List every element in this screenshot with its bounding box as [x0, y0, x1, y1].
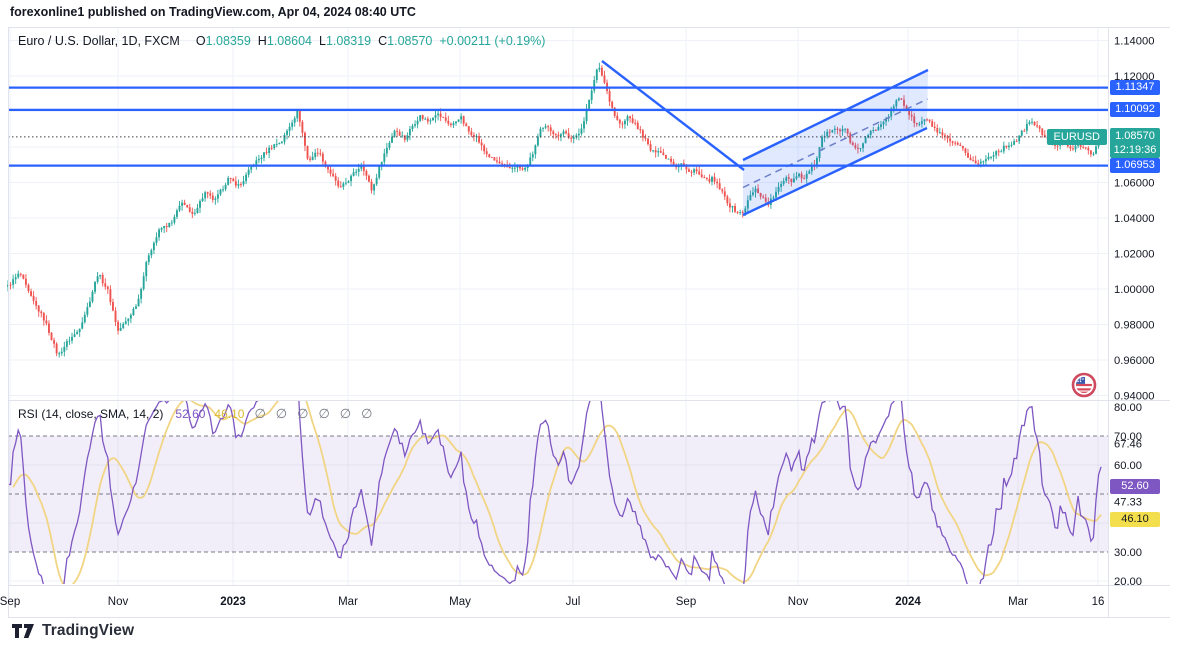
rsi-value: 52.60	[175, 407, 206, 421]
empty-series-icon: ∅	[361, 406, 373, 421]
empty-series-icon: ∅	[254, 406, 266, 421]
rsi-axis-tick: 47.33	[1114, 497, 1142, 509]
ohlc-letter: H	[257, 34, 267, 48]
empty-series-icon: ∅	[275, 406, 288, 421]
rsi-indicator-title[interactable]: RSI (14, close, SMA, 14, 2)	[18, 407, 163, 421]
price-axis-tick: 0.96000	[1114, 355, 1154, 367]
rsi-axis-tick: 30.00	[1114, 547, 1142, 559]
time-axis-tick: 2024	[895, 596, 921, 608]
price-axis-tick: 0.98000	[1114, 320, 1154, 332]
rsi-sma-value: 46.10	[214, 407, 245, 421]
rsi-empty-plots-row: ∅ ∅ ∅ ∅ ∅ ∅	[244, 406, 373, 421]
ohlc-segment: H1.08604	[258, 34, 312, 48]
time-axis-tick: Sep	[0, 596, 20, 608]
price-axis-tick: 1.04000	[1114, 213, 1154, 225]
symbol-price-label: EURUSD	[1046, 128, 1107, 145]
rsi-axis-tick: 60.00	[1114, 460, 1142, 472]
rsi-value-badge: 52.60	[1110, 479, 1160, 494]
ohlc-segment: O1.08359	[196, 34, 251, 48]
economic-event-flag-icon[interactable]	[1071, 372, 1097, 398]
ohlc-value: 1.08319	[325, 34, 372, 48]
last-price-value: 1.08570	[1115, 130, 1155, 143]
ohlc-value: 1.08604	[266, 34, 312, 48]
chart-canvas[interactable]: 1.140001.120001.100001.080001.060001.040…	[0, 0, 1177, 650]
ohlc-values-row: O1.08359 H1.08604 L1.08319 C1.08570 +0.00211…	[196, 34, 553, 48]
time-axis-tick: Mar	[338, 596, 358, 608]
time-axis[interactable]: Sep Nov 2023 Mar May Jul Sep Nov 2024 Mar 16	[0, 596, 1104, 608]
price-axis-tick: 1.02000	[1114, 249, 1154, 261]
ohlc-letter: O	[195, 34, 206, 48]
time-axis-tick: Sep	[676, 596, 696, 608]
last-price-badge: 1.08570 12:19:36	[1110, 128, 1160, 159]
empty-series-icon: ∅	[297, 406, 309, 421]
price-axis-tick: 0.94000	[1114, 391, 1154, 403]
symbol-title[interactable]: Euro / U.S. Dollar, 1D, FXCM	[18, 34, 180, 48]
time-axis-tick: Mar	[1008, 596, 1028, 608]
time-axis-tick: May	[449, 596, 471, 608]
rsi-axis-tick: 80.00	[1114, 402, 1142, 414]
price-level-badge: 1.06953	[1110, 158, 1160, 174]
channel-median-line	[742, 98, 928, 189]
ohlc-letter: C	[378, 34, 388, 48]
rsi-value-badge: 46.10	[1110, 512, 1160, 527]
ohlc-value: +0.00211 (+0.19%)	[439, 34, 546, 48]
time-axis-tick: Jul	[566, 596, 581, 608]
empty-series-icon: ∅	[318, 406, 330, 421]
time-axis-tick: 2023	[220, 596, 246, 608]
rsi-legend: RSI (14, close, SMA, 14, 2) 52.60 46.10 ∅ ∅ ∅…	[18, 406, 372, 422]
price-axis-tick: 1.06000	[1114, 178, 1154, 190]
ohlc-segment: +0.00211 (+0.19%)	[439, 34, 545, 48]
parallel-channel-drawing[interactable]	[742, 68, 929, 217]
ohlc-segment: L1.08319	[319, 34, 371, 48]
ohlc-letter: L	[319, 34, 326, 48]
price-level-badge: 1.10092	[1110, 102, 1160, 118]
ohlc-segment: C1.08570	[378, 34, 432, 48]
published-attribution: forexonline1 published on TradingView.co…	[10, 5, 416, 19]
time-axis-tick: Nov	[788, 596, 809, 608]
symbol-legend: Euro / U.S. Dollar, 1D, FXCM O1.08359 H1.0…	[18, 34, 552, 48]
price-axis-tick: 1.14000	[1114, 36, 1154, 48]
descending-trendline-drawing[interactable]	[601, 60, 745, 171]
tradingview-published-chart: forexonline1 published on TradingView.co…	[0, 0, 1177, 650]
empty-series-icon: ∅	[339, 406, 352, 421]
time-axis-tick: Nov	[108, 596, 129, 608]
ohlc-value: 1.08359	[205, 34, 251, 48]
rsi-axis-tick: 20.00	[1114, 576, 1142, 588]
rsi-axis-tick: 67.46	[1114, 438, 1142, 450]
bar-countdown: 12:19:36	[1113, 144, 1157, 157]
candlestick-series[interactable]	[7, 62, 1103, 358]
time-axis-tick: 16	[1092, 596, 1105, 608]
up-candle-wicks	[7, 62, 1102, 358]
ohlc-value: 1.08570	[387, 34, 433, 48]
tradingview-logo-icon	[12, 624, 34, 638]
price-level-badge: 1.11347	[1110, 80, 1160, 96]
price-axis[interactable]: 1.140001.120001.100001.080001.060001.040…	[1114, 36, 1154, 589]
tradingview-wordmark: TradingView	[42, 622, 135, 639]
price-axis-tick: 1.00000	[1114, 284, 1154, 296]
footer-brand[interactable]: TradingView	[12, 622, 134, 640]
